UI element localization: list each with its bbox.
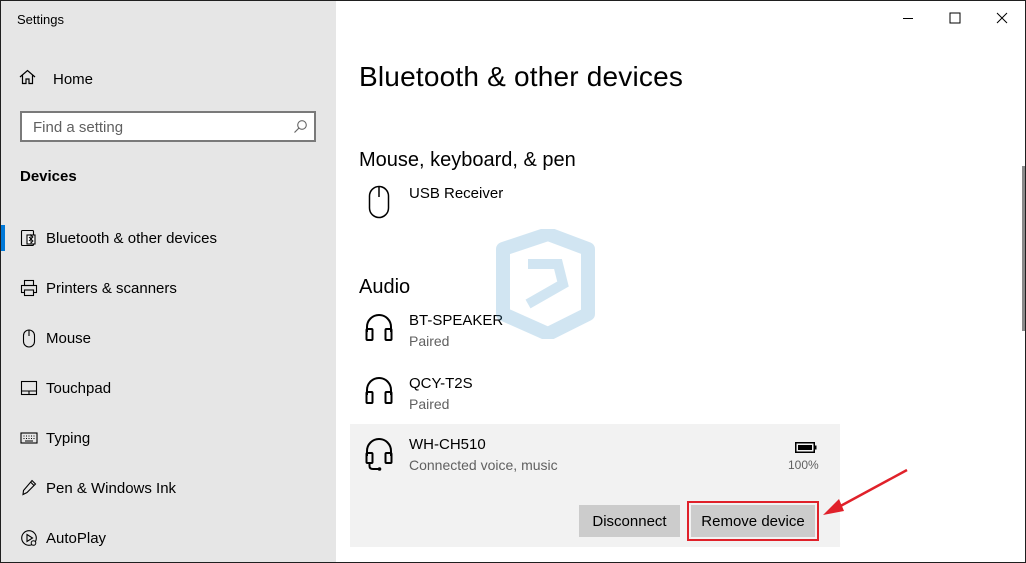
device-status: Connected voice, music: [409, 457, 558, 473]
keyboard-icon: [1, 431, 51, 445]
sidebar-item-label: Touchpad: [46, 379, 112, 397]
sidebar-item-touchpad[interactable]: Touchpad: [1, 368, 336, 408]
device-name: WH-CH510: [409, 436, 486, 453]
printer-icon: [1, 279, 51, 297]
headset-icon: [363, 436, 395, 476]
home-label: Home: [53, 70, 94, 88]
remove-device-button[interactable]: Remove device: [687, 501, 819, 541]
home-icon: [19, 69, 53, 89]
sidebar-item-typing[interactable]: Typing: [1, 418, 336, 458]
mouse-icon: [1, 328, 51, 348]
sidebar-item-pen[interactable]: Pen & Windows Ink: [1, 468, 336, 508]
sidebar-item-label: Printers & scanners: [46, 279, 177, 297]
autoplay-icon: [1, 529, 51, 547]
sidebar-item-label: Bluetooth & other devices: [46, 229, 217, 247]
battery-percentage: 100%: [788, 458, 819, 472]
device-name: QCY-T2S: [409, 375, 473, 392]
close-icon: [996, 11, 1008, 29]
mouse-icon: [363, 185, 395, 225]
search-input[interactable]: Find a setting: [20, 111, 316, 142]
touchpad-icon: [1, 380, 51, 396]
group-title-input-devices: Mouse, keyboard, & pen: [359, 149, 576, 171]
device-usb-receiver[interactable]: USB Receiver: [359, 185, 819, 235]
page-title: Bluetooth & other devices: [359, 61, 684, 92]
sidebar-item-label: AutoPlay: [46, 529, 107, 547]
home-link[interactable]: Home: [19, 67, 93, 91]
sidebar-item-bluetooth[interactable]: Bluetooth & other devices: [1, 218, 336, 258]
scrollbar[interactable]: [1022, 166, 1025, 331]
disconnect-button[interactable]: Disconnect: [579, 505, 680, 537]
battery-icon: [795, 440, 817, 458]
sidebar-item-mouse[interactable]: Mouse: [1, 318, 336, 358]
window-title: Settings: [17, 12, 64, 27]
settings-window: Settings Home Find a setting Devices Blu…: [0, 0, 1026, 563]
search-placeholder: Find a setting: [33, 119, 124, 136]
sidebar-item-autoplay[interactable]: AutoPlay: [1, 518, 336, 558]
sidebar: Settings Home Find a setting Devices Blu…: [1, 1, 336, 562]
sidebar-item-label: Mouse: [46, 329, 92, 347]
device-status: Paired: [409, 333, 450, 349]
group-title-audio: Audio: [359, 276, 411, 298]
sidebar-item-printers[interactable]: Printers & scanners: [1, 268, 336, 308]
sidebar-section-title: Devices: [20, 168, 77, 185]
minimize-icon: [902, 11, 914, 29]
bluetooth-devices-icon: [1, 229, 51, 247]
device-qcy-t2s[interactable]: QCY-T2S Paired: [359, 375, 819, 425]
sidebar-item-label: Typing: [46, 429, 91, 447]
minimize-button[interactable]: [893, 9, 923, 31]
device-wh-ch510[interactable]: WH-CH510 Connected voice, music 100% Dis…: [350, 424, 840, 547]
maximize-button[interactable]: [940, 9, 970, 31]
device-status: Paired: [409, 396, 450, 412]
device-row: WH-CH510 Connected voice, music: [359, 436, 819, 486]
close-button[interactable]: [987, 9, 1017, 31]
main-content: Bluetooth & other devices Mouse, keyboar…: [336, 1, 1025, 562]
maximize-icon: [949, 11, 961, 29]
device-bt-speaker[interactable]: BT-SPEAKER Paired: [359, 312, 819, 362]
headphones-icon: [363, 375, 395, 415]
headphones-icon: [363, 312, 395, 352]
annotation-arrow-icon: [823, 468, 908, 515]
sidebar-item-label: Pen & Windows Ink: [46, 479, 177, 497]
search-icon: [293, 119, 308, 139]
device-name: USB Receiver: [409, 185, 504, 202]
pen-icon: [1, 479, 51, 497]
device-name: BT-SPEAKER: [409, 312, 504, 329]
